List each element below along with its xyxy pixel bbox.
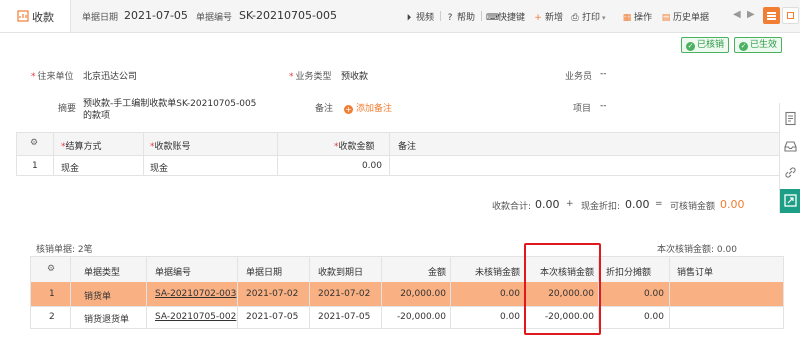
expand-icon <box>784 194 797 207</box>
partner-label: * 往来单位 <box>31 72 74 82</box>
col-unwritten: 未核销金额 <box>474 268 520 278</box>
row-type: 销货单 <box>84 292 112 302</box>
row-method[interactable]: 现金 <box>61 161 79 174</box>
plus-icon: + <box>534 13 542 23</box>
check-icon: ✓ <box>686 42 695 51</box>
col-discount: 折扣分摊额 <box>606 268 652 278</box>
row-index: 1 <box>49 289 55 299</box>
summary-line-2: 的款项 <box>83 111 111 121</box>
number-label: 单据编号 <box>196 13 233 23</box>
side-panel <box>779 103 800 213</box>
link-icon[interactable] <box>783 165 798 180</box>
note-label: 备注 <box>315 104 334 114</box>
list-view-button[interactable] <box>763 7 780 24</box>
check-icon: ✓ <box>739 42 748 51</box>
writeoff-current-total: 本次核销金额: 0.00 <box>657 245 737 255</box>
row-account[interactable]: 现金 <box>150 161 168 174</box>
plus-circle-icon: + <box>344 105 353 114</box>
history-button[interactable]: ▤ 历史单据 <box>661 10 709 23</box>
date-value: 2021-07-05 <box>124 9 188 22</box>
col-method: *结算方式 <box>61 142 102 152</box>
date-label: 单据日期 <box>82 13 119 23</box>
keyboard-icon: ⌨ <box>486 13 499 23</box>
summary-label: 摘要 <box>58 104 77 114</box>
chevron-down-icon: ▾ <box>602 14 606 22</box>
settlement-table: ⚙ *结算方式 *收款账号 *收款金额 备注 1 现金 现金 0.00 <box>16 132 784 176</box>
row-index: 2 <box>49 312 55 322</box>
settings-gear-icon[interactable]: ⚙ <box>47 264 55 274</box>
row-amount[interactable]: 0.00 <box>337 161 382 171</box>
col-amount: 金额 <box>427 268 446 278</box>
row-amount: 20,000.00 <box>400 289 446 299</box>
row-number-link[interactable]: SA-20210702-003 <box>155 289 236 299</box>
row-due: 2021-07-02 <box>318 289 371 299</box>
operate-button[interactable]: ▦ 操作 <box>622 10 652 23</box>
tab-receipt[interactable]: 收款 <box>0 0 71 32</box>
salesman-label: 业务员 <box>565 72 593 82</box>
receipt-icon <box>17 10 29 22</box>
discount-value: 0.00 <box>625 198 650 211</box>
top-toolbar: 收款 单据日期 2021-07-05 单据编号 SK-20210705-005 … <box>0 0 800 33</box>
col-due: 收款到期日 <box>318 268 364 278</box>
row-type: 销货退货单 <box>84 315 130 325</box>
biz-type-value[interactable]: 预收款 <box>341 69 368 82</box>
salesman-value[interactable]: -- <box>600 69 607 79</box>
row-unwritten: 0.00 <box>499 289 520 299</box>
col-order: 销售订单 <box>677 268 714 278</box>
effective-badge: ✓ 已生效 <box>734 37 783 53</box>
project-label: 项目 <box>573 104 592 114</box>
row-discount[interactable]: 0.00 <box>606 289 664 299</box>
new-button[interactable]: + 新增 <box>533 10 563 23</box>
prev-icon[interactable]: ◀ <box>733 9 741 20</box>
receipt-total-value: 0.00 <box>535 198 560 211</box>
row-index: 1 <box>32 161 38 171</box>
expand-button[interactable] <box>780 189 800 213</box>
add-note-button[interactable]: + 添加备注 <box>344 101 392 114</box>
col-number: 单据编号 <box>155 268 192 278</box>
shortcut-button[interactable]: ⌨快捷键 <box>486 10 525 23</box>
row-discount[interactable]: 0.00 <box>606 312 664 322</box>
highlight-annotation-box <box>524 243 601 335</box>
written-off-badge: ✓ 已核销 <box>681 37 730 53</box>
col-note: 备注 <box>398 142 417 152</box>
history-icon: ▤ <box>661 13 671 23</box>
document-icon[interactable] <box>783 111 798 126</box>
help-button[interactable]: ? 帮助 <box>445 10 475 23</box>
row-date: 2021-07-02 <box>246 289 299 299</box>
printer-icon: ⎙ <box>571 13 579 23</box>
writeoff-count: 核销单据: 2笔 <box>36 245 93 255</box>
tray-icon[interactable] <box>783 139 798 154</box>
writeoff-available-label: 可核销金额 <box>670 202 716 212</box>
col-type: 单据类型 <box>84 268 121 278</box>
card-view-button[interactable] <box>782 7 799 24</box>
plus-sign: + <box>566 199 574 209</box>
operate-icon: ▦ <box>622 13 632 23</box>
writeoff-table: ⚙ 单据类型 单据编号 单据日期 收款到期日 金额 未核销金额 本次核销金额 折… <box>30 256 784 329</box>
settings-gear-icon[interactable]: ⚙ <box>30 138 38 148</box>
col-account: *收款账号 <box>150 142 191 152</box>
help-icon: ? <box>447 13 453 23</box>
col-date: 单据日期 <box>246 268 283 278</box>
partner-value[interactable]: 北京迅达公司 <box>83 69 137 82</box>
tab-label: 收款 <box>32 11 54 24</box>
number-value: SK-20210705-005 <box>239 9 337 22</box>
project-value[interactable]: -- <box>600 101 607 111</box>
discount-label: 现金折扣: <box>581 202 621 212</box>
row-unwritten: 0.00 <box>499 312 520 322</box>
biz-type-label: * 业务类型 <box>289 72 332 82</box>
receipt-total-label: 收款合计: <box>492 202 532 212</box>
next-icon[interactable]: ▶ <box>747 9 755 20</box>
equals-sign: = <box>655 199 663 209</box>
row-date: 2021-07-05 <box>246 312 299 322</box>
print-button[interactable]: ⎙ 打印 ▾ <box>570 10 606 23</box>
row-amount: -20,000.00 <box>396 312 446 322</box>
col-amount: *收款金额 <box>334 142 375 152</box>
row-number-link[interactable]: SA-20210705-002 <box>155 312 236 322</box>
video-icon: ⏵ <box>406 13 412 23</box>
row-due: 2021-07-05 <box>318 312 371 322</box>
video-button[interactable]: ⏵ 视频 <box>404 10 434 23</box>
writeoff-available-value: 0.00 <box>720 198 745 211</box>
